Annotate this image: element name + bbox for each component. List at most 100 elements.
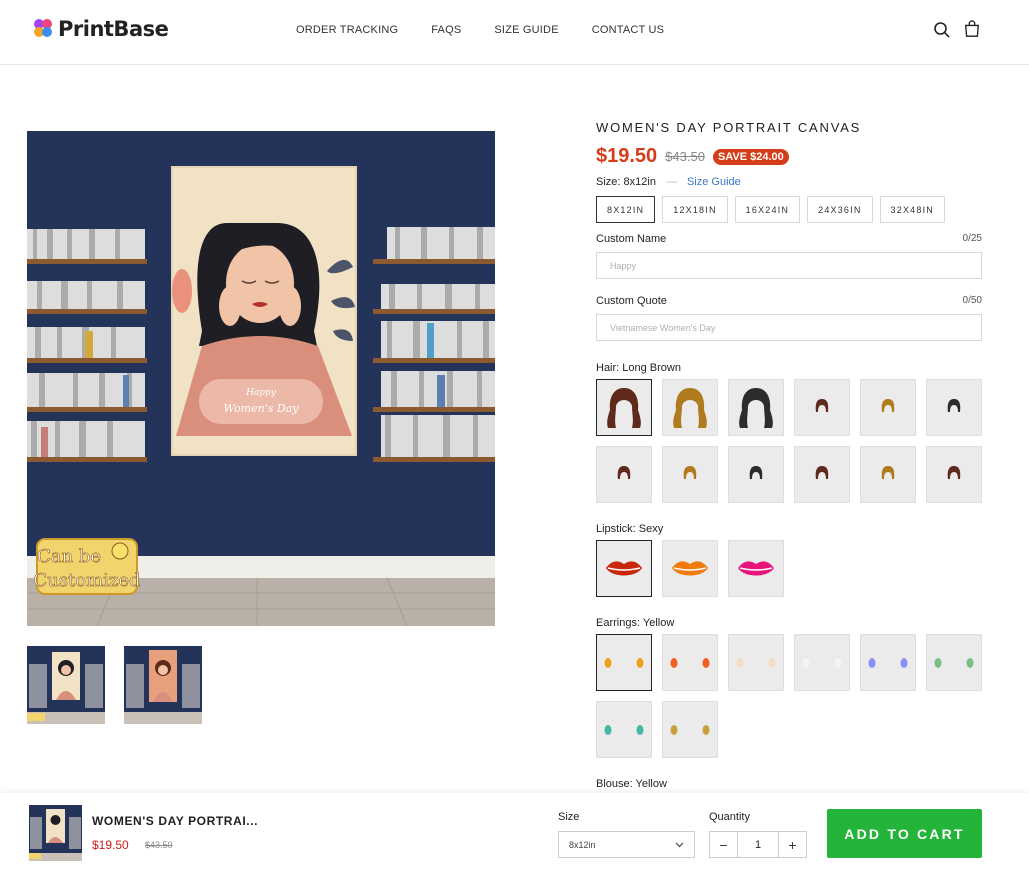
brand-logo[interactable]: PrintBase xyxy=(34,17,169,41)
size-option-8x12[interactable]: 8X12IN xyxy=(596,196,656,223)
nav-contact-us[interactable]: CONTACT US xyxy=(592,24,665,36)
earring-swatch[interactable] xyxy=(596,634,652,691)
nav-size-guide[interactable]: SIZE GUIDE xyxy=(494,24,558,36)
logo-dot xyxy=(42,27,52,37)
earring-swatches xyxy=(596,634,996,758)
sticky-compare-price: $43.50 xyxy=(145,840,173,850)
custom-quote-head: Custom Quote 0/50 xyxy=(596,295,982,307)
sticky-size-label: Size xyxy=(558,811,580,823)
hair-icon xyxy=(739,387,773,428)
size-option-12x18[interactable]: 12X18IN xyxy=(662,196,728,223)
size-label: Size: xyxy=(596,176,621,188)
portrait-canvas: Happy Women's Day xyxy=(171,166,357,456)
lips-icon xyxy=(738,560,774,575)
hair-icon xyxy=(607,387,641,428)
logo-mark-icon xyxy=(34,19,54,39)
earrings-icon xyxy=(736,657,776,668)
nav-order-tracking[interactable]: ORDER TRACKING xyxy=(296,24,398,36)
product-main-image[interactable]: Happy Women's Day Can be Customized xyxy=(27,131,495,626)
earrings-icon xyxy=(604,724,644,735)
size-option-24x36[interactable]: 24X36IN xyxy=(807,196,873,223)
quantity-input[interactable]: 1 xyxy=(737,832,779,857)
sticky-price: $19.50 xyxy=(92,838,129,852)
thumbnail-2[interactable] xyxy=(124,646,202,724)
search-icon[interactable] xyxy=(933,21,951,39)
hair-swatch[interactable] xyxy=(662,446,718,503)
quantity-decrease-button[interactable]: − xyxy=(710,832,737,857)
earring-swatch[interactable] xyxy=(596,701,652,758)
hair-icon xyxy=(683,465,697,479)
custom-name-counter: 0/25 xyxy=(962,233,982,244)
earrings-icon xyxy=(934,657,974,668)
quantity-label: Quantity xyxy=(709,811,750,823)
sticky-size-select[interactable]: 8x12in xyxy=(558,831,695,858)
sticky-thumbnail-image xyxy=(29,805,82,861)
hair-swatch[interactable] xyxy=(860,379,916,436)
size-options: 8X12IN 12X18IN 16X24IN 24X36IN 32X48IN xyxy=(596,196,982,223)
hair-icon xyxy=(815,398,829,412)
custom-name-head: Custom Name 0/25 xyxy=(596,233,982,245)
room-scene-illustration: Happy Women's Day Can be Customized xyxy=(27,131,495,626)
custom-name-input[interactable]: Happy xyxy=(596,252,982,279)
add-to-cart-button[interactable]: ADD TO CART xyxy=(827,809,982,858)
price-row: $19.50 $43.50 SAVE $24.00 xyxy=(596,145,982,168)
main-nav: ORDER TRACKING FAQS SIZE GUIDE CONTACT U… xyxy=(296,24,664,36)
left-bookshelf xyxy=(27,229,147,462)
hair-icon xyxy=(815,465,829,479)
custom-quote-label: Custom Quote xyxy=(596,295,667,307)
hair-swatch[interactable] xyxy=(728,379,784,436)
hair-swatch[interactable] xyxy=(794,379,850,436)
save-badge: SAVE $24.00 xyxy=(712,148,789,165)
earrings-icon xyxy=(868,657,908,668)
sticky-product-name: WOMEN'S DAY PORTRAI... xyxy=(92,814,259,828)
hair-icon xyxy=(617,465,631,479)
hair-swatch[interactable] xyxy=(794,446,850,503)
earring-swatch[interactable] xyxy=(860,634,916,691)
earrings-icon xyxy=(670,724,710,735)
thumbnail-2-image xyxy=(124,646,202,724)
hair-icon xyxy=(947,398,961,412)
badge-line-1: Can be xyxy=(37,546,101,567)
hair-swatch[interactable] xyxy=(596,379,652,436)
earring-swatch[interactable] xyxy=(794,634,850,691)
size-option-32x48[interactable]: 32X48IN xyxy=(879,196,945,223)
hair-swatch[interactable] xyxy=(728,446,784,503)
custom-quote-counter: 0/50 xyxy=(962,295,982,306)
earrings-icon xyxy=(604,657,644,668)
size-option-16x24[interactable]: 16X24IN xyxy=(734,196,801,223)
earrings-icon xyxy=(670,657,710,668)
lipstick-swatch[interactable] xyxy=(728,540,784,597)
sticky-cart-bar: WOMEN'S DAY PORTRAI... $19.50 $43.50 Siz… xyxy=(0,793,1029,870)
quantity-increase-button[interactable]: + xyxy=(779,832,806,857)
product-title: WOMEN'S DAY PORTRAIT CANVAS xyxy=(596,120,862,135)
brand-name: PrintBase xyxy=(58,17,169,41)
earring-swatch[interactable] xyxy=(662,701,718,758)
hair-swatch[interactable] xyxy=(926,446,982,503)
custom-quote-input[interactable]: Vietnamese Women's Day xyxy=(596,314,982,341)
hair-swatch[interactable] xyxy=(860,446,916,503)
hair-swatch[interactable] xyxy=(662,379,718,436)
earring-swatch[interactable] xyxy=(662,634,718,691)
hair-icon xyxy=(881,465,895,479)
earring-swatch[interactable] xyxy=(728,634,784,691)
size-row: Size: 8x12in — Size Guide xyxy=(596,176,982,188)
size-separator: — xyxy=(665,176,677,188)
nav-faqs[interactable]: FAQS xyxy=(431,24,461,36)
chevron-down-icon xyxy=(675,842,684,847)
lipstick-swatch[interactable] xyxy=(662,540,718,597)
right-bookshelf xyxy=(373,227,495,462)
earring-swatch[interactable] xyxy=(926,634,982,691)
canvas-text-happy: Happy xyxy=(245,388,277,398)
hair-swatch[interactable] xyxy=(596,446,652,503)
size-guide-link[interactable]: Size Guide xyxy=(687,176,741,188)
hair-icon xyxy=(947,465,961,479)
size-value: 8x12in xyxy=(623,176,656,188)
thumbnail-1[interactable] xyxy=(27,646,105,724)
hair-swatches xyxy=(596,379,996,503)
lipstick-swatch[interactable] xyxy=(596,540,652,597)
cart-icon[interactable] xyxy=(963,20,981,38)
hair-swatch[interactable] xyxy=(926,379,982,436)
hair-icon xyxy=(881,398,895,412)
lipstick-label: Lipstick: Sexy xyxy=(596,523,664,535)
quantity-stepper: − 1 + xyxy=(709,831,807,858)
